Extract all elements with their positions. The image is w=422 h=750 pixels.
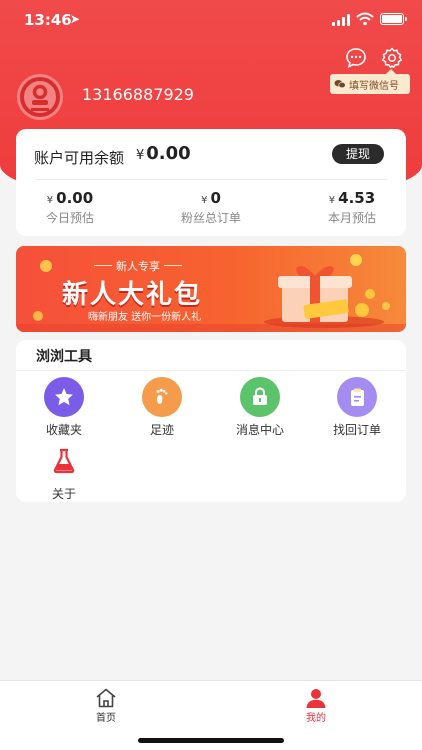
tool-label: 收藏夹 [45, 423, 82, 437]
status-bar: 13:46 ➤ [0, 0, 422, 40]
user-phone-number: 13166887929 [82, 85, 194, 104]
withdraw-button[interactable]: 提现 [332, 144, 384, 164]
banner-title: 新人大礼包 [62, 280, 203, 310]
tools-title: 浏浏工具 [36, 349, 92, 365]
status-time: 13:46 [24, 11, 72, 29]
divider [16, 370, 406, 371]
lock-icon [240, 377, 280, 417]
tool-about[interactable]: 关于 [29, 441, 99, 502]
tool-message-center[interactable]: 消息中心 [225, 377, 295, 438]
tool-label: 关于 [51, 487, 76, 501]
user-icon [306, 689, 326, 708]
wechat-tip-label: 填写微信号 [349, 80, 399, 92]
tool-label: 消息中心 [235, 423, 284, 437]
location-arrow-icon: ➤ [70, 12, 81, 26]
tab-mine[interactable]: 我的 [286, 687, 346, 724]
tool-footprint[interactable]: 足迹 [127, 377, 197, 438]
star-icon [44, 377, 84, 417]
home-indicator [138, 738, 284, 743]
tab-label: 我的 [306, 713, 326, 724]
wechat-icon [334, 80, 346, 89]
tab-home[interactable]: 首页 [76, 687, 136, 724]
user-avatar[interactable] [16, 73, 64, 121]
tool-label: 找回订单 [332, 423, 381, 437]
gift-box-icon [264, 266, 384, 328]
clipboard-icon [337, 377, 377, 417]
settings-gear-icon[interactable] [380, 46, 404, 70]
stat-month-estimate[interactable]: ¥4.53 本月预估 [316, 189, 388, 226]
wifi-icon [356, 12, 374, 26]
banner-subtitle: 嗨新朋友 送你一份新人礼 [88, 312, 202, 323]
balance-label: 账户可用余额 [34, 149, 125, 167]
balance-amount: ¥0.00 [136, 143, 191, 164]
tab-label: 首页 [96, 713, 116, 724]
home-icon [96, 688, 116, 708]
battery-icon [380, 13, 407, 25]
flask-icon [44, 441, 84, 481]
tool-retrieve-order[interactable]: 找回订单 [322, 377, 392, 438]
footprint-icon [142, 377, 182, 417]
banner-tag: 新人专享 [94, 260, 182, 273]
fill-wechat-id-tip[interactable]: 填写微信号 [330, 69, 410, 94]
new-user-gift-banner[interactable]: 新人专享 新人大礼包 嗨新朋友 送你一份新人礼 [16, 246, 406, 332]
cellular-signal-icon [332, 14, 350, 26]
divider [34, 179, 388, 180]
balance-card: 账户可用余额 ¥0.00 提现 ¥0.00 今日预估 ¥0 粉丝总订单 ¥4.5… [16, 129, 406, 236]
chat-bubble-icon[interactable] [344, 46, 368, 70]
tools-card: 浏浏工具 收藏夹 足迹 消息中心 找回订单 关于 [16, 340, 406, 502]
tool-label: 足迹 [149, 423, 174, 437]
stat-today-estimate[interactable]: ¥0.00 今日预估 [34, 189, 106, 226]
tool-favorites[interactable]: 收藏夹 [29, 377, 99, 438]
stat-fans-orders[interactable]: ¥0 粉丝总订单 [166, 189, 256, 226]
